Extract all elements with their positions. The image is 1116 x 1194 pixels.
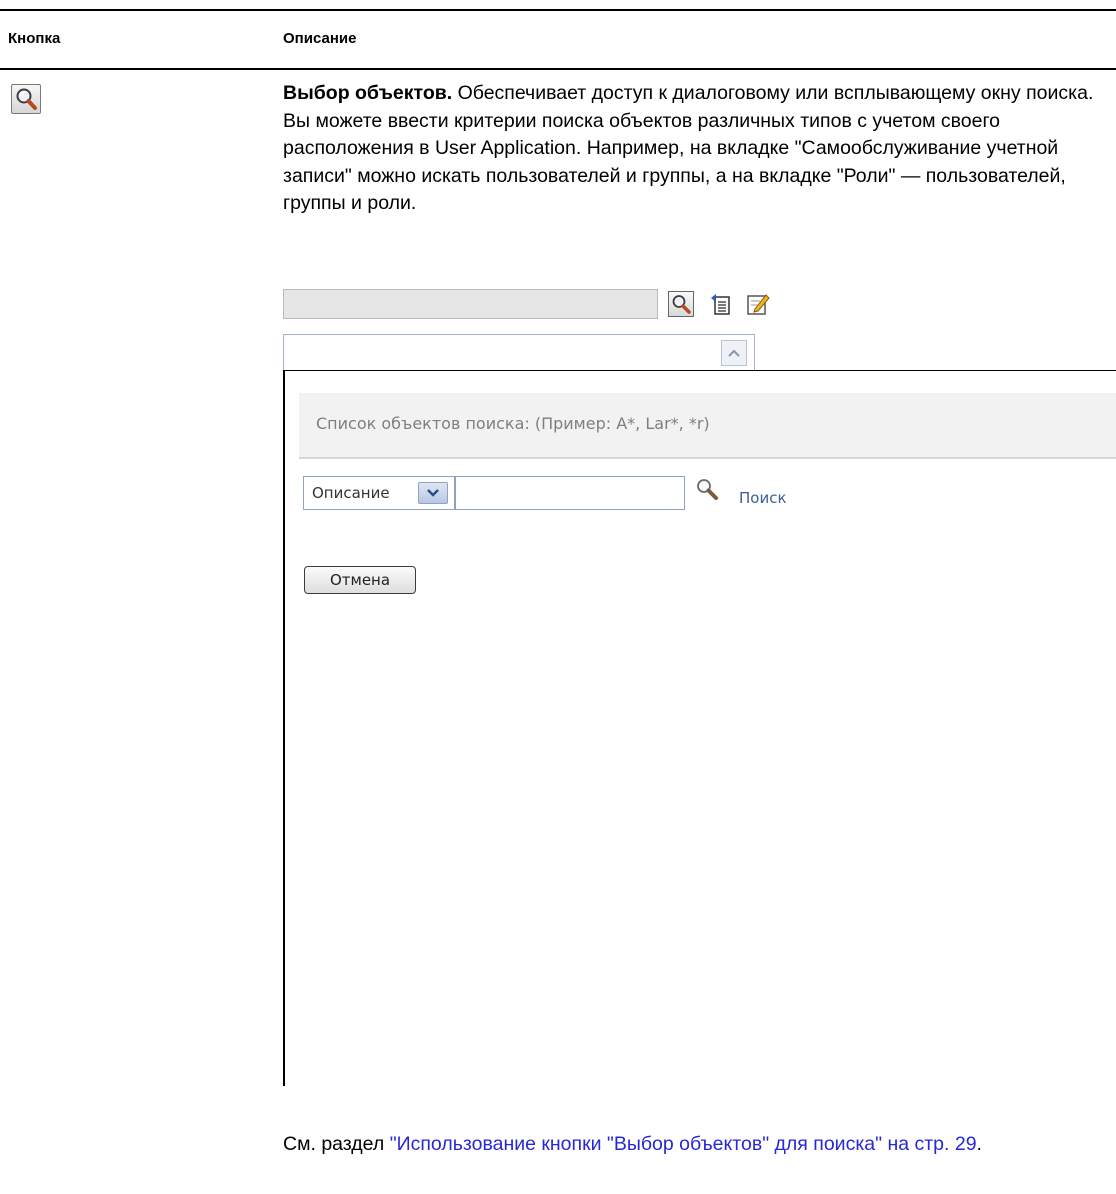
column-header-description: Описание [283,30,357,47]
object-selector-field[interactable] [283,289,658,319]
see-also-suffix: . [976,1133,982,1155]
column-header-button: Кнопка [8,30,61,47]
see-also-prefix: См. раздел [283,1133,390,1155]
scroll-up-button[interactable] [721,340,747,366]
magnifier-icon[interactable] [668,291,694,317]
edit-icon[interactable] [745,291,771,317]
see-also-paragraph: См. раздел "Использование кнопки "Выбор … [283,1131,1113,1159]
attribute-select-value: Описание [312,484,390,502]
chevron-down-icon [427,489,439,497]
popup-heading: Список объектов поиска: (Пример: A*, Lar… [316,414,710,433]
table-header-rule [0,68,1116,70]
search-link[interactable]: Поиск [739,489,787,507]
attribute-select-dropdown-button[interactable] [418,482,448,504]
selected-objects-list[interactable] [283,334,755,371]
search-icon[interactable] [690,474,724,508]
popup-window-border-left [283,370,285,1086]
search-term-input[interactable] [455,476,685,510]
chevron-up-icon [728,349,740,357]
table-top-rule [0,9,1116,11]
popup-window-border-top [283,370,1116,371]
row-description: Выбор объектов. Обеспечивает доступ к ди… [283,80,1113,218]
magnifier-icon [11,84,41,114]
history-icon[interactable] [708,291,734,317]
see-also-link[interactable]: "Использование кнопки "Выбор объектов" д… [390,1133,977,1155]
cancel-button[interactable]: Отмена [304,566,416,594]
row-title: Выбор объектов. [283,82,453,104]
